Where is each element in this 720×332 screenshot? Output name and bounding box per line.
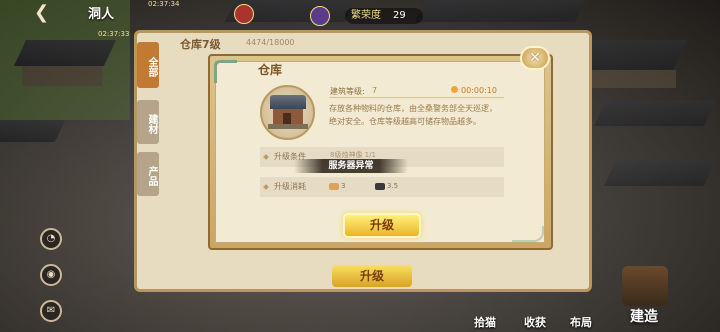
building-description: 存放各种物料的仓库，由全桑警务部全天巡逻，绝对安全。仓库等级越高可储存物品越多。 xyxy=(329,104,497,126)
cloud-decoration xyxy=(512,226,544,242)
building-level-label: 建筑等级: xyxy=(330,87,365,96)
upgrade-button[interactable]: 升级 xyxy=(343,213,421,238)
server-error-toast: 服务器异常 xyxy=(294,159,408,173)
wood-cost: 3 xyxy=(341,182,346,190)
prosperity-value: 29 xyxy=(393,10,406,21)
event-icon[interactable] xyxy=(310,6,330,26)
stone-icon xyxy=(375,183,385,190)
avatar-icon[interactable] xyxy=(234,4,254,24)
prosperity-label: 繁荣度 xyxy=(351,10,381,21)
eye-icon[interactable]: ◉ xyxy=(40,264,62,286)
bottom-btn-label-1[interactable]: 收获 xyxy=(524,314,546,330)
warehouse-list-title: 仓库7级 xyxy=(180,38,221,51)
chat-icon[interactable]: ◔ xyxy=(40,228,62,250)
building-level-value: 7 xyxy=(372,86,378,95)
player-timer: 02:37:33 xyxy=(98,30,130,38)
warehouse-capacity: 4474/18000 xyxy=(246,38,295,47)
close-icon[interactable]: ✕ xyxy=(520,46,550,70)
stone-cost: 3.5 xyxy=(387,182,399,190)
message-icon[interactable]: ✉ xyxy=(40,300,62,322)
upgrade-time: 00:00:10 xyxy=(461,86,497,95)
upgrade-cost-label: 升级消耗 xyxy=(274,182,306,191)
top-timer: 02:37:34 xyxy=(148,0,180,8)
build-button-label[interactable]: 建造 xyxy=(630,306,658,326)
bottom-btn-label-2[interactable]: 布局 xyxy=(570,314,592,330)
tab-products[interactable]: 产品 xyxy=(137,152,159,196)
back-arrow-icon[interactable]: ❮ xyxy=(34,2,49,23)
tab-all[interactable]: 全部 xyxy=(137,42,159,88)
bottom-btn-label-0[interactable]: 拾猫 xyxy=(474,314,496,330)
tab-materials[interactable]: 建材 xyxy=(137,100,159,144)
divider xyxy=(329,97,504,98)
wood-icon xyxy=(329,183,339,190)
building-roof xyxy=(270,95,306,109)
store-building-icon[interactable] xyxy=(622,266,668,306)
building-base xyxy=(268,124,308,129)
player-name: 洞人 xyxy=(88,7,115,22)
clock-icon xyxy=(451,86,458,93)
panel-upgrade-button[interactable]: 升级 xyxy=(332,265,412,287)
dialog-title: 仓库 xyxy=(258,63,283,77)
prosperity-counter: 繁荣度 29 xyxy=(345,8,423,24)
corner-decoration xyxy=(214,60,237,83)
